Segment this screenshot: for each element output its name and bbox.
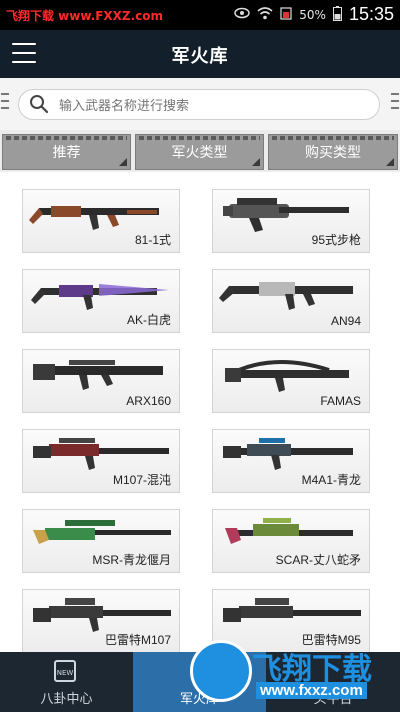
rifle-icon [29, 206, 159, 230]
weapon-card[interactable]: FAMAS [212, 349, 370, 413]
page-title: 军火库 [171, 46, 229, 67]
weapon-card[interactable]: 81-1式 [22, 189, 180, 253]
app-header: 军火库 [0, 30, 400, 78]
weapon-card[interactable]: 95式步枪 [212, 189, 370, 253]
weapon-name: 95式步枪 [311, 233, 361, 247]
fxxz-logo-icon [190, 640, 252, 702]
search-icon [30, 95, 49, 114]
rifle-icon [223, 598, 361, 622]
rifle-icon [33, 438, 169, 470]
weapon-card[interactable]: AN94 [212, 269, 370, 333]
search-bar [0, 78, 400, 130]
dropdown-corner-icon [252, 158, 260, 166]
weapon-grid: 81-1式 95式步枪 AK-白虎 AN94 ARX160 FAMAS M107… [0, 172, 400, 652]
weapon-name: FAMAS [320, 394, 361, 408]
weapon-card[interactable]: 巴雷特M107 [22, 589, 180, 652]
filter-weapon-type[interactable]: 军火类型 [135, 134, 264, 170]
rifle-icon [225, 518, 353, 544]
weapon-card[interactable]: ARX160 [22, 349, 180, 413]
battery-text: 50% [299, 7, 326, 22]
battery-icon [332, 5, 342, 24]
wifi-icon [257, 6, 273, 23]
site-watermark: 飞翔下载 www.FXXZ.com [6, 9, 164, 23]
weapon-card[interactable]: M4A1-青龙 [212, 429, 370, 493]
status-icons: 50% 15:35 [234, 4, 394, 25]
rifle-icon [33, 360, 163, 390]
nav-gossip-center[interactable]: NEW 八卦中心 [0, 652, 133, 712]
weapon-name: AK-白虎 [126, 313, 171, 327]
status-bar: 飞翔下载 www.FXXZ.com 50% 15:35 [0, 0, 400, 30]
filter-purchase-type[interactable]: 购买类型 [268, 134, 398, 170]
filter-label: 推荐 [52, 145, 81, 161]
watermark-url: www.fxxz.com [256, 682, 367, 699]
weapon-card[interactable]: M107-混沌 [22, 429, 180, 493]
rifle-icon [33, 520, 171, 544]
rifle-icon [223, 198, 349, 232]
weapon-name: MSR-青龙偃月 [92, 553, 171, 567]
dropdown-corner-icon [119, 158, 127, 166]
weapon-name: M107-混沌 [112, 473, 171, 487]
weapon-name: AN94 [330, 314, 361, 328]
signal-blocked-icon [280, 6, 292, 23]
filter-label: 购买类型 [305, 145, 361, 161]
rifle-icon [223, 438, 353, 470]
dropdown-corner-icon [386, 158, 394, 166]
nav-label: 八卦中心 [40, 692, 93, 707]
download-watermark: 飞翔下载 www.fxxz.com [190, 638, 400, 708]
rifle-icon [219, 282, 353, 310]
weapon-name: 81-1式 [134, 233, 171, 247]
weapon-name: SCAR-丈八蛇矛 [275, 553, 361, 567]
weapon-name: 巴雷特M107 [104, 633, 171, 647]
rifle-icon [31, 284, 169, 310]
search-box[interactable] [18, 89, 380, 120]
weapon-name: ARX160 [126, 394, 171, 408]
left-drawer-handle-icon[interactable] [1, 93, 9, 117]
rifle-icon [225, 360, 349, 392]
weapon-card[interactable]: SCAR-丈八蛇矛 [212, 509, 370, 573]
search-input[interactable] [57, 93, 361, 119]
filter-bar: 推荐 军火类型 购买类型 [0, 130, 400, 172]
weapon-card[interactable]: MSR-青龙偃月 [22, 509, 180, 573]
news-icon: NEW [54, 660, 76, 682]
clock: 15:35 [348, 4, 394, 24]
eye-icon [234, 7, 251, 22]
weapon-name: M4A1-青龙 [301, 473, 361, 487]
rifle-icon [33, 598, 171, 632]
right-drawer-handle-icon[interactable] [391, 93, 399, 117]
weapon-card[interactable]: AK-白虎 [22, 269, 180, 333]
filter-recommend[interactable]: 推荐 [2, 134, 131, 170]
filter-label: 军火类型 [171, 145, 228, 161]
